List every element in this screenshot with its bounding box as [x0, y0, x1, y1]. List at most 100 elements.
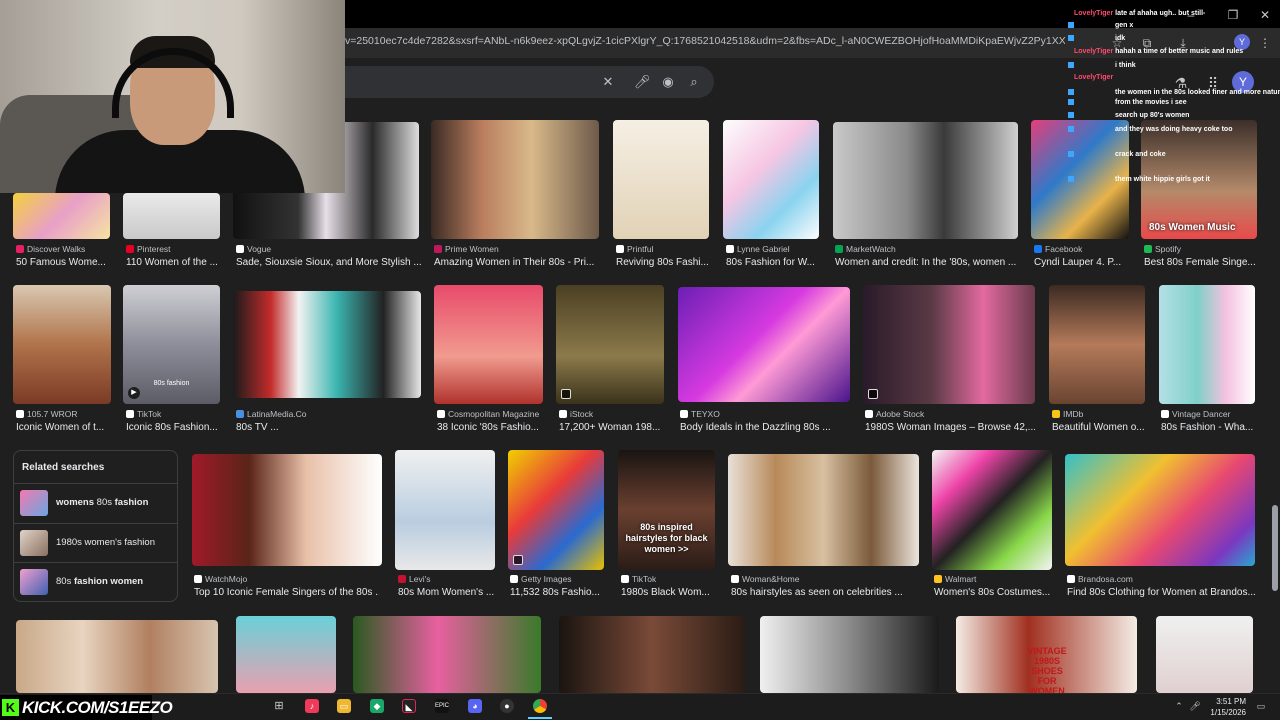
voice-search-icon[interactable]: 🎤︎ [634, 74, 651, 90]
result-title[interactable]: 80s Fashion - Wha... [1161, 422, 1256, 433]
result-source[interactable]: Vintage Dancer [1161, 409, 1256, 419]
image-result[interactable] [613, 120, 709, 239]
image-result[interactable] [556, 285, 664, 404]
result-source[interactable]: TEYXO [680, 409, 850, 419]
result-title[interactable]: Best 80s Female Singe... [1144, 257, 1256, 268]
result-title[interactable]: Amazing Women in Their 80s - Pri... [434, 257, 599, 268]
discord-icon[interactable]: ◕ [468, 699, 482, 713]
notification-icon[interactable]: ▭ [1254, 699, 1268, 713]
image-result[interactable] [431, 120, 599, 239]
search-icon[interactable]: ⌕ [686, 74, 702, 90]
image-result[interactable] [123, 193, 220, 239]
related-search-item[interactable]: 80s fashion women [14, 562, 177, 600]
related-search-item[interactable]: 1980s women's fashion [14, 523, 177, 561]
image-result[interactable] [833, 122, 1018, 239]
image-result[interactable] [1049, 285, 1145, 404]
image-result[interactable] [1065, 454, 1255, 566]
image-result[interactable]: VINTAGE 1980S SHOES FOR WOMEN [956, 616, 1137, 693]
search-input[interactable] [330, 66, 714, 98]
image-result[interactable] [559, 616, 745, 693]
result-title[interactable]: 1980s Black Wom... [621, 587, 715, 598]
result-source[interactable]: Cosmopolitan Magazine [437, 409, 542, 419]
chrome-icon[interactable] [533, 699, 547, 713]
image-result[interactable] [932, 450, 1052, 570]
image-result[interactable] [723, 120, 819, 239]
result-title[interactable]: 110 Women of the ... [126, 257, 221, 268]
result-title[interactable]: 80s hairstyles as seen on celebrities ..… [731, 587, 921, 598]
result-title[interactable]: Women and credit: In the '80s, women ... [835, 257, 1020, 268]
task-view-icon[interactable]: ⊞ [272, 699, 286, 713]
result-title[interactable]: Reviving 80s Fashi... [616, 257, 711, 268]
image-result[interactable] [353, 616, 541, 693]
image-result[interactable] [508, 450, 604, 570]
image-result[interactable] [233, 291, 421, 398]
image-result[interactable]: ▶ 80s fashion [123, 285, 220, 404]
result-source[interactable]: TikTok [621, 574, 715, 584]
obs-icon[interactable]: ● [500, 699, 514, 713]
result-source[interactable]: Discover Walks [16, 244, 111, 254]
result-title[interactable]: 80s Fashion for W... [726, 257, 821, 268]
result-title[interactable]: Women's 80s Costumes... [934, 587, 1052, 598]
result-title[interactable]: Body Ideals in the Dazzling 80s ... [680, 422, 850, 433]
clear-search-icon[interactable]: ✕ [600, 74, 616, 90]
result-title[interactable]: Sade, Siouxsie Sioux, and More Stylish .… [236, 257, 421, 268]
result-title[interactable]: Iconic 80s Fashion... [126, 422, 221, 433]
result-source[interactable]: Getty Images [510, 574, 604, 584]
result-title[interactable]: Find 80s Clothing for Women at Brandos..… [1067, 587, 1255, 598]
result-source[interactable]: Adobe Stock [865, 409, 1035, 419]
app-icon[interactable]: ◆ [370, 699, 384, 713]
result-source[interactable]: Levi's [398, 574, 496, 584]
result-source[interactable]: MarketWatch [835, 244, 1020, 254]
image-result[interactable] [16, 620, 218, 693]
epic-games-icon[interactable]: EPIC [435, 699, 449, 713]
image-search-icon[interactable]: ◉ [660, 74, 676, 90]
file-explorer-icon[interactable]: ▭ [337, 699, 351, 713]
scrollbar-thumb[interactable] [1272, 505, 1278, 591]
image-result[interactable] [728, 454, 919, 566]
result-source[interactable]: Facebook [1034, 244, 1129, 254]
image-result[interactable]: 80s inspired hairstyles for black women … [618, 450, 715, 570]
image-result[interactable] [678, 287, 850, 402]
music-app-icon[interactable]: ♪ [305, 699, 319, 713]
result-source[interactable]: iStock [559, 409, 664, 419]
result-title[interactable]: Cyndi Lauper 4. P... [1034, 257, 1129, 268]
result-title[interactable]: 17,200+ Woman 198... [559, 422, 664, 433]
result-title[interactable]: 11,532 80s Fashio... [510, 587, 604, 598]
related-search-item[interactable]: womens 80s fashion [14, 483, 177, 521]
result-title[interactable]: Iconic Women of t... [16, 422, 111, 433]
result-title[interactable]: 38 Iconic '80s Fashio... [437, 422, 542, 433]
result-title[interactable]: Top 10 Iconic Female Singers of the 80s … [194, 587, 379, 598]
image-result[interactable] [13, 285, 111, 404]
image-result[interactable] [192, 454, 382, 566]
result-title[interactable]: 1980S Woman Images – Browse 42,... [865, 422, 1035, 433]
result-source[interactable]: Woman&Home [731, 574, 921, 584]
result-source[interactable]: Brandosa.com [1067, 574, 1255, 584]
image-result[interactable] [1156, 616, 1253, 693]
result-source[interactable]: Vogue [236, 244, 421, 254]
image-result[interactable] [863, 285, 1035, 404]
result-source[interactable]: Printful [616, 244, 711, 254]
result-source[interactable]: 105.7 WROR [16, 409, 111, 419]
tray-chevron-icon[interactable]: ⌃ [1172, 699, 1186, 713]
image-result[interactable] [236, 616, 336, 693]
result-source[interactable]: Pinterest [126, 244, 221, 254]
result-title[interactable]: Beautiful Women o... [1052, 422, 1147, 433]
image-result[interactable] [1159, 285, 1255, 404]
result-source[interactable]: Lynne Gabriel [726, 244, 821, 254]
image-result[interactable] [13, 193, 110, 239]
image-result[interactable] [395, 450, 495, 570]
result-title[interactable]: 80s Mom Women's ... [398, 587, 496, 598]
system-clock[interactable]: 3:51 PM 1/15/2026 [1200, 696, 1246, 718]
image-result[interactable] [760, 616, 939, 693]
result-source[interactable]: WatchMojo [194, 574, 379, 584]
result-source[interactable]: Spotify [1144, 244, 1256, 254]
result-source[interactable]: LatinaMedia.Co [236, 409, 421, 419]
result-source[interactable]: Walmart [934, 574, 1052, 584]
result-source[interactable]: IMDb [1052, 409, 1147, 419]
result-title[interactable]: 50 Famous Wome... [16, 257, 111, 268]
image-result[interactable] [434, 285, 543, 404]
result-title[interactable]: 80s TV ... [236, 422, 421, 433]
url-text[interactable]: v=25010ec7c4de7282&sxsrf=ANbL-n6k9eez-xp… [345, 35, 1065, 47]
result-source[interactable]: TikTok [126, 409, 221, 419]
app-icon[interactable]: ◣ [402, 699, 416, 713]
